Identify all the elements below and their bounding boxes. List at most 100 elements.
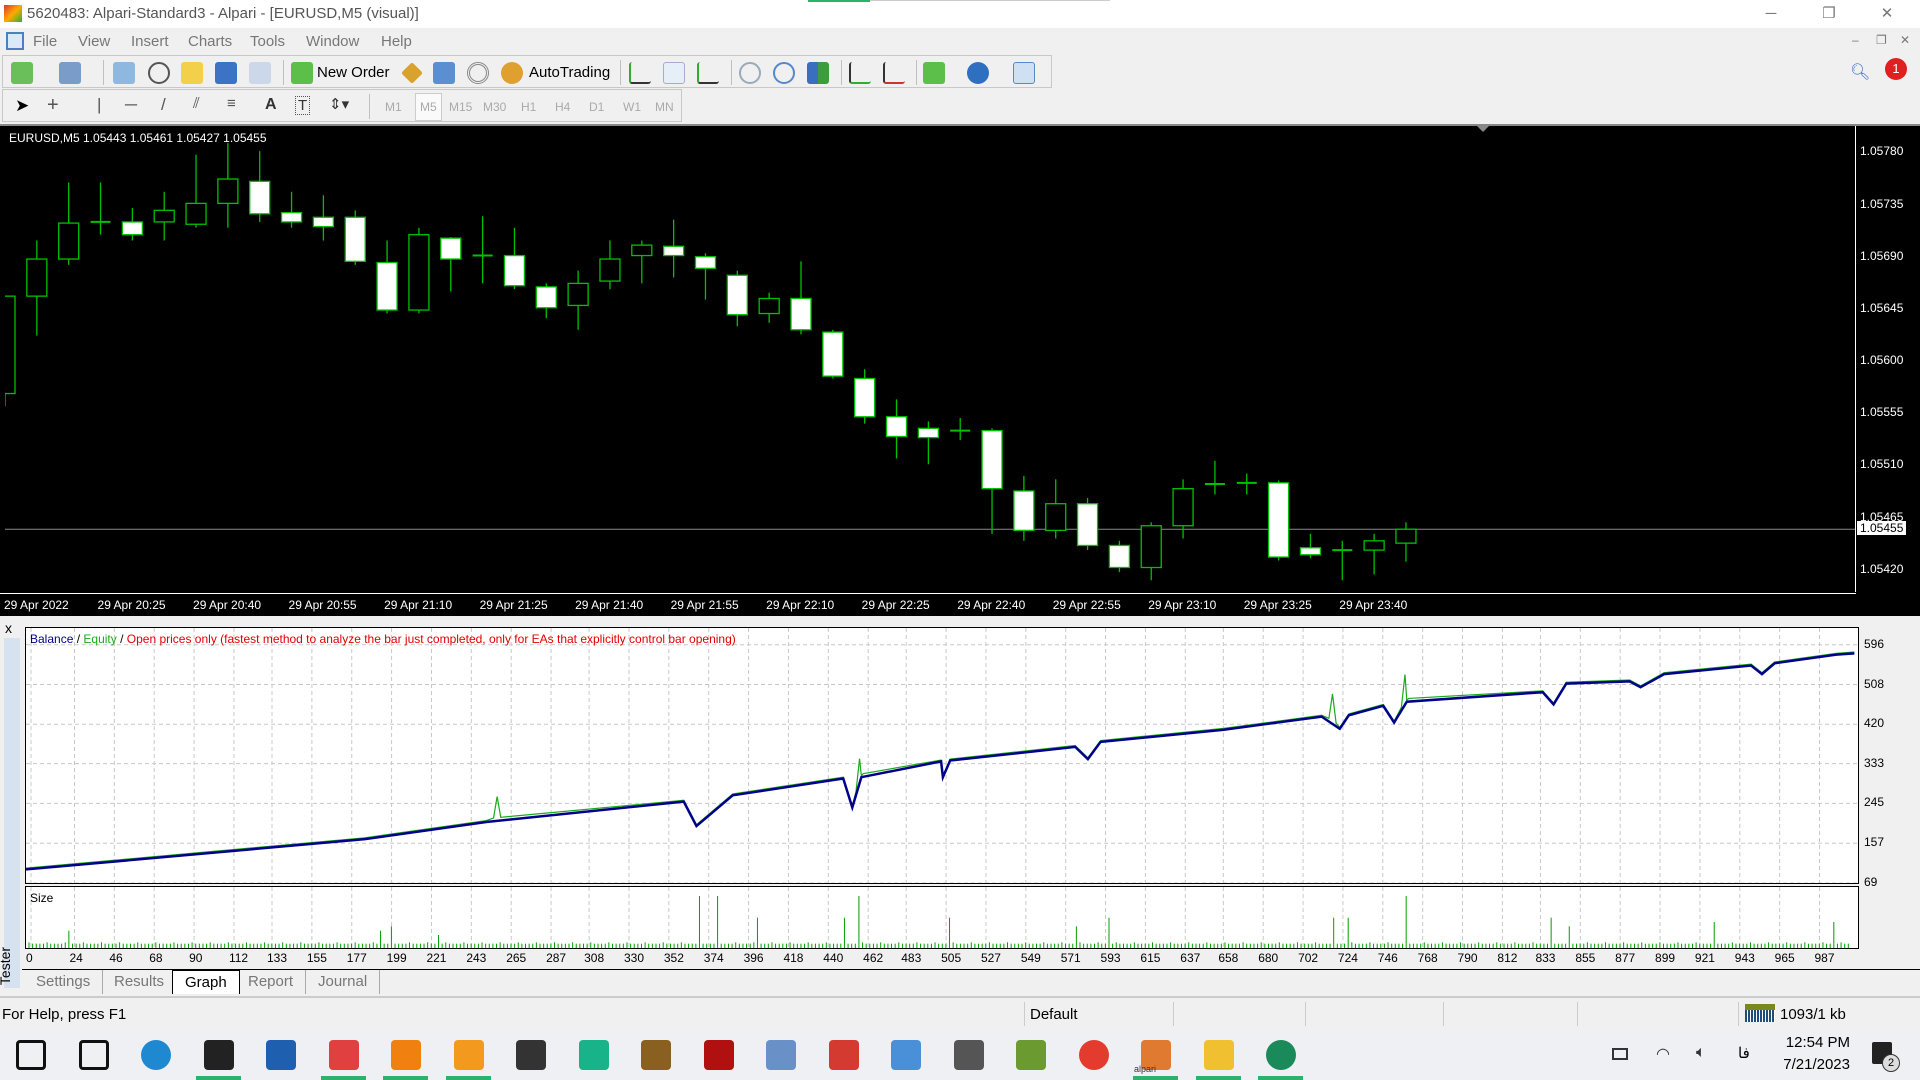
x-tick-label: 680 [1258, 951, 1279, 965]
wifi-icon[interactable]: ◠ [1656, 1044, 1670, 1064]
audio-app-icon[interactable] [516, 1040, 546, 1070]
time-axis-line [0, 593, 1856, 594]
data-window-icon[interactable] [148, 62, 170, 84]
horizontal-line-icon[interactable]: ─ [125, 95, 137, 115]
new-chart-icon[interactable] [11, 62, 33, 84]
terminal-icon[interactable] [215, 62, 237, 84]
timeframe-h1[interactable]: H1 [521, 100, 536, 114]
autotrading-button[interactable]: AutoTrading [529, 64, 610, 81]
vertical-line-icon[interactable]: | [97, 95, 101, 115]
vlc-icon[interactable] [391, 1040, 421, 1070]
sticky-notes-icon[interactable] [203, 1040, 234, 1070]
search-icon[interactable] [78, 1040, 109, 1070]
signals-icon[interactable] [467, 62, 489, 84]
on-screen-keyboard-icon[interactable] [766, 1040, 796, 1070]
menu-view[interactable]: View [78, 33, 110, 50]
zoom-out-icon[interactable] [773, 62, 795, 84]
tab-journal[interactable]: Journal [306, 970, 381, 994]
media-player-icon[interactable] [453, 1040, 484, 1070]
text-label-icon[interactable]: T [295, 96, 311, 115]
taskbar-progress [808, 0, 870, 2]
text-icon[interactable]: A [265, 96, 277, 114]
mdi-close-button[interactable]: ✕ [1900, 33, 1910, 47]
gmail-icon[interactable] [828, 1040, 859, 1070]
trendline-icon[interactable]: / [161, 95, 166, 115]
clock-time[interactable]: 12:54 PM [1780, 1034, 1850, 1051]
battery-icon[interactable] [1612, 1048, 1628, 1060]
fibonacci-icon[interactable]: ≡ [227, 95, 236, 112]
timeframe-m1[interactable]: M1 [385, 100, 402, 114]
notepad-plus-icon[interactable] [1016, 1040, 1046, 1070]
menu-help[interactable]: Help [381, 33, 412, 50]
line-chart-icon[interactable] [697, 62, 719, 84]
tab-settings[interactable]: Settings [24, 970, 104, 994]
remote-desktop-icon[interactable] [891, 1040, 921, 1070]
bar-chart-icon[interactable] [629, 62, 651, 84]
menu-insert[interactable]: Insert [131, 33, 169, 50]
timeframe-d1[interactable]: D1 [589, 100, 604, 114]
filezilla-icon[interactable] [703, 1040, 734, 1070]
store-icon[interactable] [266, 1040, 296, 1070]
crosshair-icon[interactable]: + [47, 94, 59, 117]
gimp-monkey-icon[interactable] [641, 1040, 671, 1070]
autotrading-icon[interactable] [501, 62, 523, 84]
navigator-icon[interactable] [181, 62, 203, 84]
timeframe-mn[interactable]: MN [655, 100, 674, 114]
menu-window[interactable]: Window [306, 33, 359, 50]
timeframe-h4[interactable]: H4 [555, 100, 570, 114]
clock-date[interactable]: 7/21/2023 [1770, 1056, 1850, 1073]
auto-scroll-icon[interactable] [849, 62, 871, 84]
search-icon[interactable]: 🔍︎ [1850, 62, 1870, 82]
new-order-icon[interactable] [291, 62, 313, 84]
timeframe-m30[interactable]: M30 [483, 100, 506, 114]
timeframe-w1[interactable]: W1 [623, 100, 641, 114]
menu-file[interactable]: File [33, 33, 57, 50]
settings-icon[interactable] [953, 1040, 984, 1070]
pushbullet-icon[interactable] [578, 1040, 609, 1070]
windows-start-icon[interactable] [16, 1040, 46, 1070]
mdi-restore-button[interactable]: ❐ [1876, 33, 1887, 47]
candlestick-chart-icon[interactable] [663, 62, 685, 84]
indicators-icon[interactable] [923, 62, 945, 84]
edge-icon[interactable] [141, 1040, 171, 1070]
virtual-hosting-icon[interactable] [433, 62, 455, 84]
restore-button[interactable]: ❐ [1806, 2, 1852, 26]
new-order-button[interactable]: New Order [317, 64, 390, 81]
candle-bear [726, 274, 748, 316]
tile-windows-icon[interactable] [807, 62, 829, 84]
timeframe-m15[interactable]: M15 [449, 100, 472, 114]
menu-tools[interactable]: Tools [250, 33, 285, 50]
notifications-icon[interactable]: 1 [1885, 58, 1907, 80]
minimize-button[interactable]: ─ [1748, 2, 1794, 26]
tab-graph[interactable]: Graph [172, 970, 240, 994]
candle-bear [440, 237, 462, 260]
language-indicator[interactable]: فا [1738, 1044, 1750, 1062]
strategy-tester-icon[interactable] [249, 62, 271, 84]
file-explorer-icon[interactable] [1203, 1040, 1234, 1070]
market-watch-icon[interactable] [113, 62, 135, 84]
x-tick-label: 571 [1060, 951, 1081, 965]
cursor-icon[interactable]: ➤ [15, 96, 29, 116]
close-button[interactable]: ✕ [1864, 2, 1910, 26]
snipping-tool-icon[interactable] [328, 1040, 359, 1070]
zoom-in-icon[interactable] [739, 62, 761, 84]
timeframe-m5[interactable]: M5 [415, 93, 442, 121]
chrome-icon[interactable] [1078, 1040, 1109, 1070]
mdi-icon[interactable] [6, 32, 24, 50]
chart-shift-icon[interactable] [883, 62, 905, 84]
arrows-icon[interactable]: ⇕▾ [329, 95, 349, 113]
price-chart[interactable]: EURUSD,M5 1.05443 1.05461 1.05427 1.0545… [0, 124, 1920, 616]
tab-results[interactable]: Results [102, 970, 178, 994]
chrome-fx-icon[interactable] [1266, 1040, 1296, 1070]
profiles-icon[interactable] [59, 62, 81, 84]
templates-icon[interactable] [1013, 62, 1035, 84]
mdi-minimize-button[interactable]: – [1852, 33, 1859, 47]
equidistant-channel-icon[interactable]: ⫽ [193, 95, 200, 112]
periods-icon[interactable] [967, 62, 989, 84]
metaeditor-icon[interactable] [401, 62, 423, 84]
tab-report[interactable]: Report [236, 970, 307, 994]
menu-charts[interactable]: Charts [188, 33, 232, 50]
tester-close-button[interactable]: x [5, 620, 12, 636]
volume-icon[interactable]: 🔈︎ [1696, 1044, 1706, 1062]
x-tick-label: 177 [346, 951, 367, 965]
